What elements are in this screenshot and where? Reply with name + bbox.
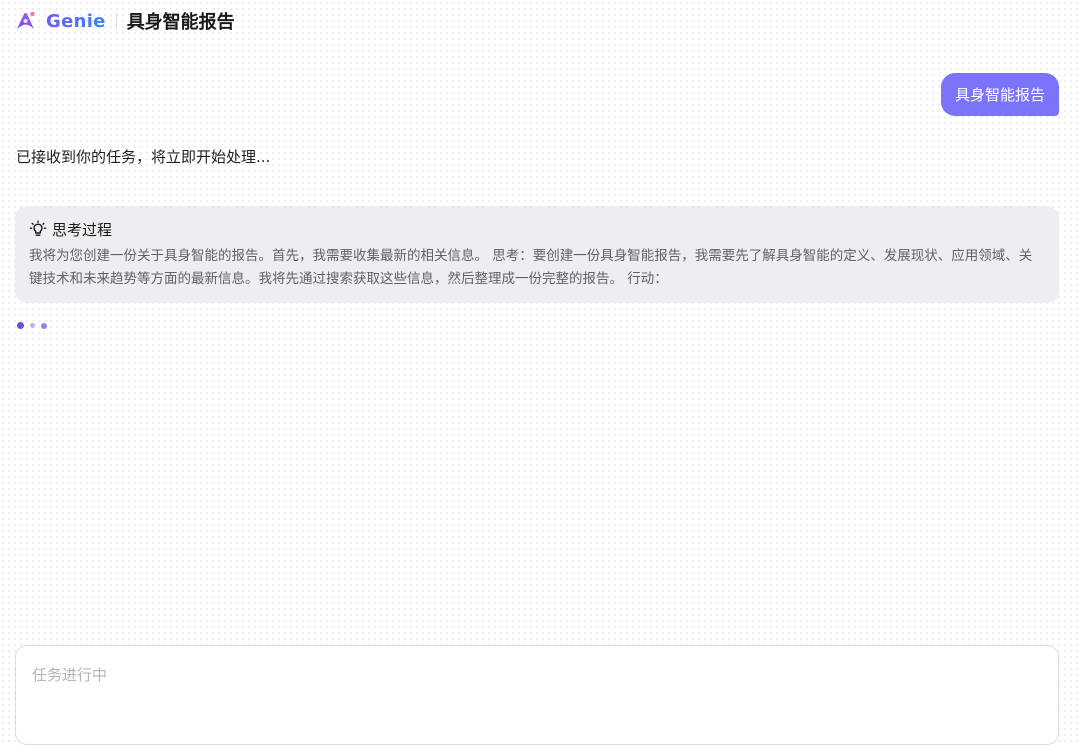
thinking-header[interactable]: 思考过程 (29, 218, 1045, 240)
header-divider (115, 13, 117, 29)
loading-dot (17, 322, 24, 329)
genie-logo-icon[interactable] (14, 9, 38, 33)
lightbulb-icon (29, 220, 47, 238)
user-message-bubble: 具身智能报告 (940, 73, 1059, 116)
thinking-title: 思考过程 (52, 220, 113, 239)
composer (15, 645, 1059, 745)
loading-dots (17, 322, 53, 329)
assistant-ack-message: 已接收到你的任务，将立即开始处理... (16, 148, 271, 166)
user-message-text: 具身智能报告 (954, 86, 1045, 104)
thinking-content: 我将为您创建一份关于具身智能的报告。首先，我需要收集最新的相关信息。 思考：要创… (29, 248, 1033, 287)
page-title: 具身智能报告 (126, 12, 235, 33)
task-input[interactable] (32, 664, 1042, 704)
app-header: Genie 具身智能报告 (14, 8, 235, 34)
thinking-process-card: 思考过程 我将为您创建一份关于具身智能的报告。首先，我需要收集最新的相关信息。 … (15, 206, 1059, 303)
loading-dot (41, 322, 47, 329)
loading-dot (30, 323, 35, 328)
brand-name: Genie (46, 10, 106, 32)
